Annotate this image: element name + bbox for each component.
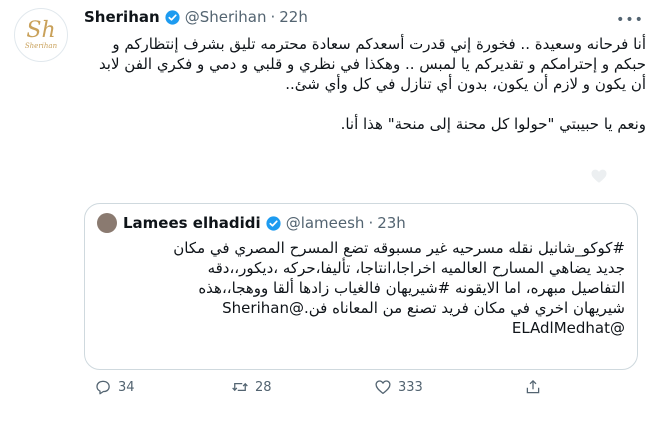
like-button[interactable]: 333 [374,378,423,396]
tweet-timestamp[interactable]: 22h [279,8,308,26]
heart-emoji-icon [591,169,607,183]
header-separator: · [270,8,276,26]
quoted-tweet-card[interactable]: Lamees elhadidi @lameesh · 23h #كوكو_شان… [84,203,638,370]
quoted-line-1: #كوكو_شانيل نقله مسرحيه غير مسبوقه تضع ا… [173,239,625,257]
avatar-monogram: Sh [26,17,56,43]
share-button[interactable] [524,378,542,396]
quoted-timestamp: 23h [377,214,406,232]
share-icon [526,379,540,394]
author-avatar[interactable]: Sh Sherihan [14,8,68,62]
reply-button[interactable]: 34 [94,378,135,396]
tweet-text: أنا فرحانه وسعيدة .. فخورة إني قدرت أسعد… [84,34,646,134]
retweet-icon [232,382,248,392]
like-count: 333 [398,379,423,395]
quoted-tweet-text: #كوكو_شانيل نقله مسرحيه غير مسبوقه تضع ا… [97,238,625,338]
avatar-caption: Sherihan [24,41,58,50]
quoted-line-4: شيريهان اخري في مكان فريد تصنع من المعان… [222,299,625,317]
quoted-author-handle: @lameesh [285,214,365,232]
retweet-count: 28 [255,379,272,395]
quoted-header-separator: · [368,214,374,232]
tweet-header: Sherihan @Sherihan · 22h [84,8,308,26]
quoted-line-5: @ELAdlMedhat [511,319,625,337]
author-name[interactable]: Sherihan [84,8,160,26]
reply-icon [96,380,110,395]
verified-badge-icon [165,9,180,25]
quoted-tweet-header: Lamees elhadidi @lameesh · 23h [97,213,406,233]
quoted-author-name: Lamees elhadidi [123,214,261,232]
author-handle[interactable]: @Sherihan [185,8,267,26]
tweet-paragraph-1: أنا فرحانه وسعيدة .. فخورة إني قدرت أسعد… [98,35,646,93]
more-options-icon[interactable]: ••• [616,8,643,32]
verified-badge-icon [266,215,281,231]
retweet-button[interactable]: 28 [231,378,272,396]
like-heart-icon [375,380,391,395]
quoted-author-avatar [97,213,117,233]
reply-count: 34 [118,379,135,395]
tweet-paragraph-2: ونعم يا حبيبتي "حولوا كل محنة إلى منحة" … [340,115,646,133]
quoted-line-3: التفاصيل مبهره، اما الايقونه #شيريهان فا… [198,279,625,297]
quoted-line-2: جديد يضاهي المسارح العالميه اخراجا،انتاج… [207,259,625,277]
